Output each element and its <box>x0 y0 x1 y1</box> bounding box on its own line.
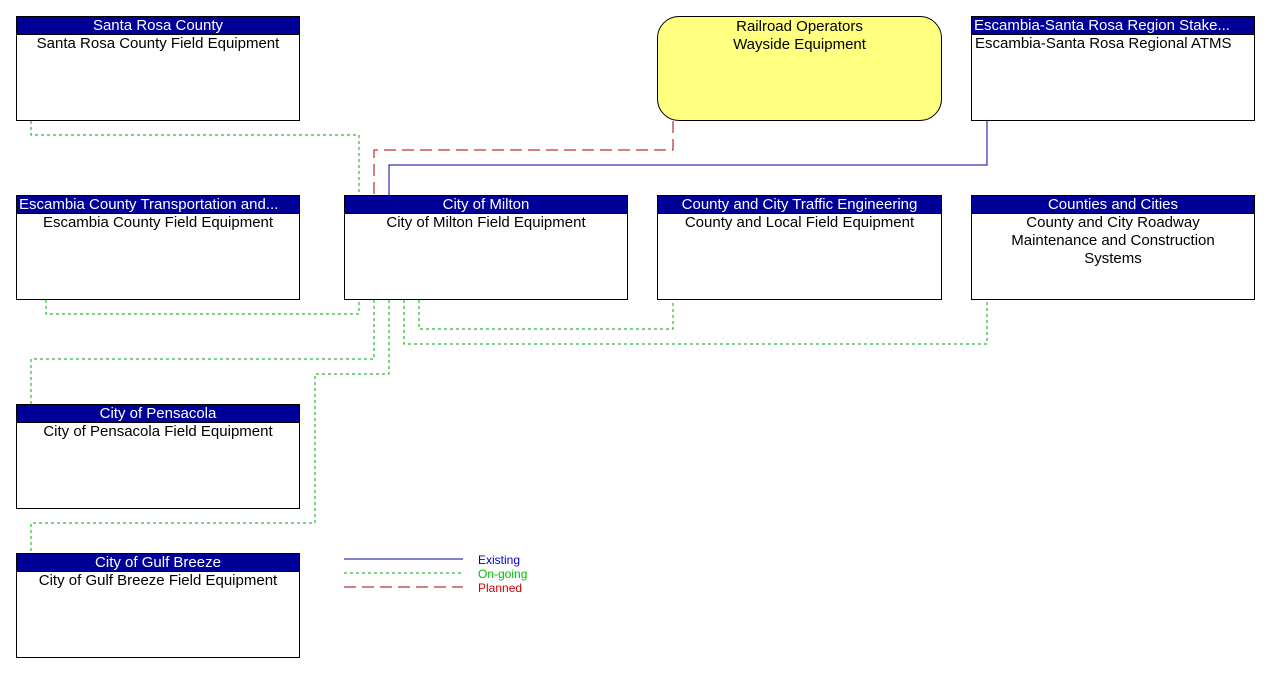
stakeholder-label: City of Gulf Breeze <box>17 554 299 572</box>
stakeholder-label: City of Pensacola <box>17 405 299 423</box>
stakeholder-label: Escambia County Transportation and... <box>17 196 299 214</box>
element-name: Railroad Operators Wayside Equipment <box>733 18 866 53</box>
connector-traffic-eng <box>418 300 674 330</box>
element-pensacola[interactable]: City of Pensacola City of Pensacola Fiel… <box>16 404 300 509</box>
element-name: Escambia County Field Equipment <box>42 214 274 231</box>
connector-esr-region <box>388 121 988 195</box>
stakeholder-label: Santa Rosa County <box>17 17 299 35</box>
legend-ongoing-label: On-going <box>478 567 528 581</box>
legend-existing-label: Existing <box>478 553 521 567</box>
element-name: City of Gulf Breeze Field Equipment <box>38 572 278 589</box>
element-gulf-breeze[interactable]: City of Gulf Breeze City of Gulf Breeze … <box>16 553 300 658</box>
stakeholder-label: Escambia-Santa Rosa Region Stake... <box>972 17 1254 35</box>
connector-pensacola <box>30 300 375 404</box>
element-esr-region[interactable]: Escambia-Santa Rosa Region Stake... Esca… <box>971 16 1255 121</box>
element-santa-rosa[interactable]: Santa Rosa County Santa Rosa County Fiel… <box>16 16 300 121</box>
legend-planned-label: Planned <box>478 581 523 595</box>
element-name: County and City Roadway Maintenance and … <box>1011 214 1215 267</box>
element-railroad[interactable]: Railroad Operators Wayside Equipment <box>657 16 942 121</box>
connector-escambia <box>45 300 360 315</box>
stakeholder-label: City of Milton <box>345 196 627 214</box>
connector-santa-rosa <box>30 121 360 195</box>
element-escambia[interactable]: Escambia County Transportation and... Es… <box>16 195 300 300</box>
element-name: Escambia-Santa Rosa Regional ATMS <box>975 35 1232 52</box>
element-name: County and Local Field Equipment <box>684 214 915 231</box>
stakeholder-label: County and City Traffic Engineering <box>658 196 941 214</box>
stakeholder-label: Counties and Cities <box>972 196 1254 214</box>
element-milton[interactable]: City of Milton City of Milton Field Equi… <box>344 195 628 300</box>
connector-counties-cities <box>403 300 988 345</box>
element-name: City of Milton Field Equipment <box>386 214 586 231</box>
element-name: Santa Rosa County Field Equipment <box>36 35 280 52</box>
element-name: City of Pensacola Field Equipment <box>43 423 273 440</box>
element-counties-cities[interactable]: Counties and Cities County and City Road… <box>971 195 1255 300</box>
element-traffic-eng[interactable]: County and City Traffic Engineering Coun… <box>657 195 942 300</box>
connector-railroad <box>373 121 674 195</box>
